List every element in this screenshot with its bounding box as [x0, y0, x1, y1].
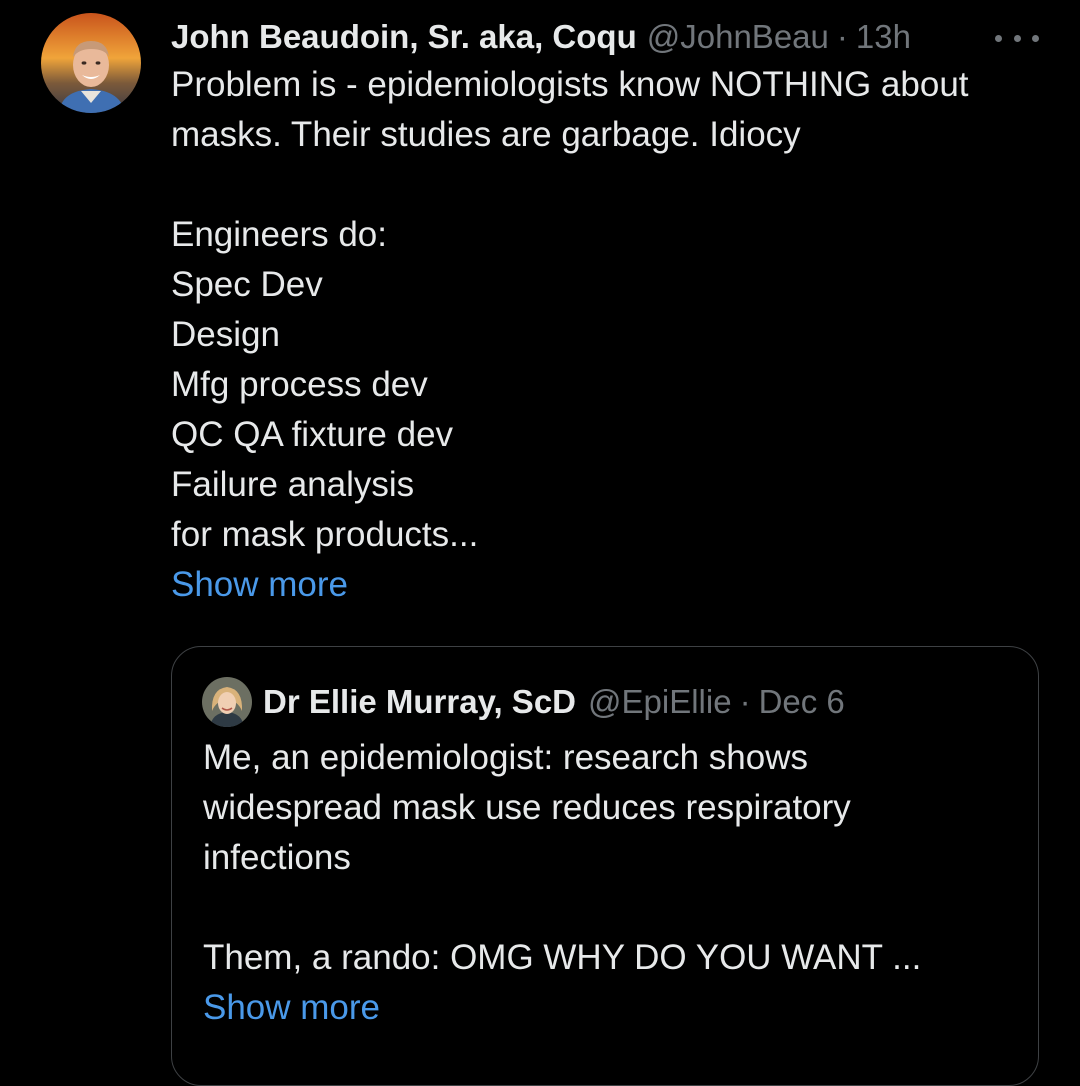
avatar[interactable] [41, 13, 141, 113]
more-dot [1032, 34, 1039, 42]
quoted-show-more-link[interactable]: Show more [203, 983, 380, 1033]
tweet-text: Problem is - epidemiologists know NOTHIN… [171, 60, 1051, 560]
more-dot [995, 34, 1002, 42]
quoted-text-line: Me, an epidemiologist: research shows [203, 738, 809, 777]
tweet-text-line: QC QA fixture dev [171, 415, 454, 454]
author-handle[interactable]: @JohnBeau [647, 14, 829, 60]
tweet-text-line: Spec Dev [171, 265, 323, 304]
tweet-text-line: Engineers do: [171, 215, 387, 254]
more-dot [1013, 34, 1021, 42]
more-horizontal-icon[interactable] [995, 26, 1039, 50]
quoted-text-line: infections [203, 838, 351, 877]
author-display-name[interactable]: John Beaudoin, Sr. aka, Coqu [171, 14, 637, 60]
quoted-tweet[interactable]: Dr Ellie Murray, ScD @EpiEllie · Dec 6 M… [171, 646, 1039, 1086]
quoted-tweet-header: Dr Ellie Murray, ScD @EpiEllie · Dec 6 [202, 677, 845, 727]
tweet-text-line: Problem is - epidemiologists know NOTHIN… [171, 65, 969, 104]
tweet-timestamp[interactable]: 13h [856, 14, 911, 60]
quoted-tweet-timestamp[interactable]: Dec 6 [759, 683, 845, 721]
tweet-content: John Beaudoin, Sr. aka, Coqu @JohnBeau ·… [171, 14, 1051, 610]
show-more-link[interactable]: Show more [171, 560, 348, 610]
tweet-text-line: masks. Their studies are garbage. Idiocy [171, 115, 801, 154]
separator-dot: · [739, 683, 751, 720]
tweet-text-line: Failure analysis [171, 465, 415, 504]
tweet-text-line: Design [171, 315, 280, 354]
tweet-header: John Beaudoin, Sr. aka, Coqu @JohnBeau ·… [171, 14, 1051, 60]
tweet[interactable]: John Beaudoin, Sr. aka, Coqu @JohnBeau ·… [0, 0, 1080, 1086]
tweet-text-line: for mask products... [171, 515, 479, 554]
quoted-text-line: widespread mask use reduces respiratory [203, 788, 851, 827]
tweet-text-line: Mfg process dev [171, 365, 428, 404]
quoted-tweet-text: Me, an epidemiologist: research shows wi… [203, 733, 1003, 1033]
quoted-avatar[interactable] [202, 677, 252, 727]
separator-dot: · [836, 18, 848, 55]
tweet-text-line [171, 160, 1051, 210]
quoted-text-line: Them, a rando: OMG WHY DO YOU WANT ... [203, 938, 922, 977]
quoted-author-handle[interactable]: @EpiEllie [588, 683, 732, 721]
quoted-author-display-name[interactable]: Dr Ellie Murray, ScD [263, 683, 576, 721]
quoted-text-line [203, 883, 1003, 933]
